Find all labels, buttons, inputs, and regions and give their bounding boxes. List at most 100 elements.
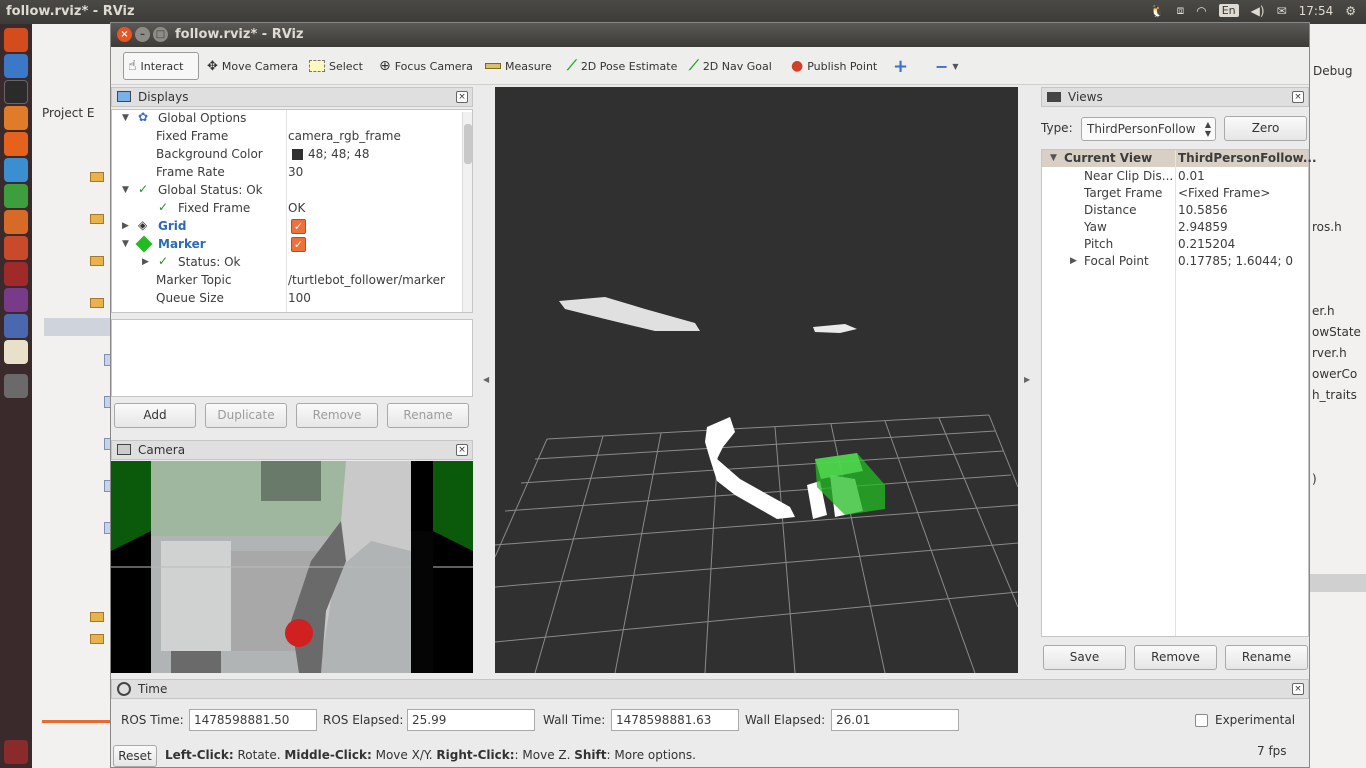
tree-row-marker-topic[interactable]: Marker Topic /turtlebot_follower/marker [112,272,462,290]
left-splitter-arrow-icon[interactable]: ◀ [483,375,489,384]
trash-icon[interactable] [4,740,28,764]
settings-gear-icon[interactable]: ⚙ [1345,4,1356,18]
dash-icon[interactable] [4,28,28,52]
collapse-arrow-icon[interactable]: ▶ [122,221,129,231]
wall-elapsed-field[interactable]: 26.01 [831,709,959,731]
terminal-icon[interactable] [4,80,28,104]
settings-icon[interactable] [4,236,28,260]
thunderbird-icon[interactable] [4,54,28,78]
row-value[interactable]: 100 [288,291,311,305]
expand-arrow-icon[interactable]: ▼ [1050,153,1057,163]
row-value[interactable]: 0.17785; 1.6044; 0 [1178,254,1293,268]
rename-display-button[interactable]: Rename [387,403,469,428]
wall-time-field[interactable]: 1478598881.63 [611,709,739,731]
app-icon[interactable] [4,262,28,286]
wifi-icon[interactable]: ◠ [1196,4,1206,18]
save-view-button[interactable]: Save [1043,645,1126,670]
close-icon[interactable]: × [456,91,468,103]
ros-time-field[interactable]: 1478598881.50 [189,709,317,731]
camera-image-view[interactable] [111,461,473,673]
ide-file-item[interactable]: owerCo [1312,367,1357,381]
collapse-arrow-icon[interactable]: ▶ [142,257,149,267]
debug-perspective[interactable]: Debug [1313,64,1352,78]
dropbox-icon[interactable]: ⧈ [1177,3,1185,18]
tree-row-marker-status[interactable]: ▶ ✓ Status: Ok [112,254,462,272]
publish-point-tool-button[interactable]: ● Publish Point [787,52,881,80]
keyboard-layout[interactable]: En [1218,4,1239,17]
maximize-window-button[interactable]: □ [153,27,168,42]
ros-elapsed-field[interactable]: 25.99 [407,709,535,731]
color-swatch[interactable] [292,149,303,160]
volume-icon[interactable]: ◀) [1251,4,1265,18]
grid-enabled-checkbox[interactable]: ✓ [291,219,306,234]
ide-file-item[interactable]: owState [1312,325,1361,339]
folder-icon[interactable] [90,172,104,182]
focus-camera-tool-button[interactable]: ⊕ Focus Camera [375,52,477,80]
row-value[interactable]: 2.94859 [1178,220,1228,234]
collapse-arrow-icon[interactable]: ▶ [1070,256,1077,266]
add-display-button[interactable]: Add [114,403,196,428]
ide-file-item[interactable]: ) [1312,472,1317,486]
row-value[interactable]: 48; 48; 48 [308,147,370,161]
mail-icon[interactable]: ✉ [1277,4,1287,18]
tree-row-global-status[interactable]: ▼ ✓ Global Status: Ok [112,182,462,200]
row-value[interactable]: 0.215204 [1178,237,1235,251]
tree-row-queue-size[interactable]: Queue Size 100 [112,290,462,308]
folder-icon[interactable] [90,612,104,622]
ide-file-item[interactable]: er.h [1312,304,1335,318]
row-value[interactable]: 0.01 [1178,169,1205,183]
right-splitter-arrow-icon[interactable]: ▶ [1024,375,1030,384]
duplicate-display-button[interactable]: Duplicate [205,403,287,428]
row-value[interactable]: 10.5856 [1178,203,1228,217]
clock[interactable]: 17:54 [1299,4,1334,18]
calc-icon[interactable] [4,184,28,208]
folder-icon[interactable] [90,214,104,224]
tree-row-marker[interactable]: ▼ Marker ✓ [112,235,462,254]
expand-arrow-icon[interactable]: ▼ [122,239,129,249]
pose-estimate-tool-button[interactable]: ⟋ 2D Pose Estimate [563,52,681,80]
software-center-icon[interactable] [4,210,28,234]
scrollbar-thumb[interactable] [464,124,472,164]
folder-icon[interactable] [90,634,104,644]
folder-icon[interactable] [90,256,104,266]
3d-render-viewport[interactable] [494,87,1019,674]
presentation-icon[interactable] [4,288,28,312]
remove-tool-button[interactable]: − ▼ [931,52,963,80]
firefox-icon[interactable] [4,132,28,156]
displays-scrollbar[interactable] [462,112,472,312]
move-camera-tool-button[interactable]: ✥ Move Camera [203,52,302,80]
reset-button[interactable]: Reset [113,745,157,767]
row-value[interactable]: 30 [288,165,303,179]
measure-tool-button[interactable]: Measure [481,52,556,80]
zero-view-button[interactable]: Zero [1224,116,1307,141]
tree-row-grid[interactable]: ▶ ◈ Grid ✓ [112,218,462,236]
tree-row-global-options[interactable]: ▼ ✿ Global Options [112,110,462,128]
tux-icon[interactable]: 🐧 [1150,4,1165,18]
tree-row-background-color[interactable]: Background Color 48; 48; 48 [112,146,462,164]
view-type-select[interactable]: ThirdPersonFollow ▲ ▼ [1081,117,1216,141]
interact-tool-button[interactable]: ☝ Interact [123,52,199,80]
row-value[interactable]: <Fixed Frame> [1178,186,1270,200]
project-explorer-tab[interactable]: Project E [42,106,94,120]
ide-file-item[interactable]: ros.h [1312,220,1342,234]
nav-goal-tool-button[interactable]: ⟋ 2D Nav Goal [685,52,776,80]
remove-display-button[interactable]: Remove [296,403,378,428]
files-icon[interactable] [4,106,28,130]
eclipse-icon[interactable] [4,314,28,338]
select-tool-button[interactable]: Select [305,52,367,80]
close-icon[interactable]: × [1292,683,1304,695]
row-value[interactable]: camera_rgb_frame [288,129,401,143]
marker-enabled-checkbox[interactable]: ✓ [291,237,306,252]
close-icon[interactable]: × [1292,91,1304,103]
window-titlebar[interactable]: × – □ follow.rviz* - RViz [111,23,1309,47]
folder-icon[interactable] [90,298,104,308]
remove-view-button[interactable]: Remove [1134,645,1217,670]
text-editor-icon[interactable] [4,340,28,364]
writer-icon[interactable] [4,158,28,182]
row-value[interactable]: /turtlebot_follower/marker [288,273,445,287]
rviz-launcher-icon[interactable] [4,374,28,398]
expand-arrow-icon[interactable]: ▼ [122,113,129,123]
ide-file-item[interactable]: h_traits [1312,388,1357,402]
add-tool-button[interactable]: + [889,52,912,80]
tree-row-fixed-frame-status[interactable]: ✓ Fixed Frame OK [112,200,462,218]
